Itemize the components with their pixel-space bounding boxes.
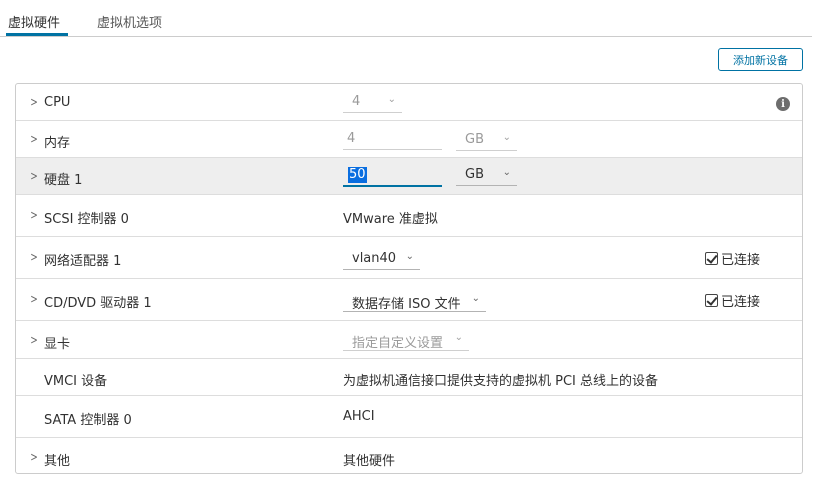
row-cd-dvd-drive: > CD/DVD 驱动器 1 数据存储 ISO 文件 ⌄ 已连接	[16, 279, 802, 321]
network-connected-checkbox[interactable]: 已连接	[705, 249, 760, 268]
checkbox-checked-icon[interactable]	[705, 294, 718, 307]
checkbox-label: 已连接	[721, 295, 761, 310]
row-network-adapter: > 网络适配器 1 vlan40 ⌄ 已连接	[16, 237, 802, 279]
active-tab-indicator	[6, 33, 68, 36]
row-label: CD/DVD 驱动器 1	[44, 296, 152, 311]
row-scsi-controller: > SCSI 控制器 0 VMware 准虚拟	[16, 195, 802, 237]
row-cpu: > CPU 4 ⌄ i	[16, 84, 802, 121]
cpu-select[interactable]: 4 ⌄	[343, 93, 402, 113]
disk-size-value: 50	[348, 167, 367, 183]
memory-unit-select[interactable]: GB ⌄	[456, 131, 517, 151]
sata-type: AHCI	[343, 409, 375, 424]
video-card-select[interactable]: 指定自定义设置 ⌄	[343, 331, 469, 351]
checkbox-label: 已连接	[721, 253, 761, 268]
chevron-down-icon: ⌄	[471, 293, 480, 304]
disk-unit-select[interactable]: GB ⌄	[456, 166, 517, 186]
row-label: SCSI 控制器 0	[44, 212, 129, 227]
cd-dvd-connected-checkbox[interactable]: 已连接	[705, 291, 760, 310]
chevron-right-icon[interactable]: >	[30, 95, 38, 109]
chevron-down-icon: ⌄	[502, 132, 511, 143]
network-select[interactable]: vlan40 ⌄	[343, 250, 420, 270]
cd-dvd-source-select[interactable]: 数据存储 ISO 文件 ⌄	[343, 292, 486, 312]
row-label: SATA 控制器 0	[44, 413, 132, 428]
scsi-type: VMware 准虚拟	[343, 212, 438, 227]
chevron-down-icon: ⌄	[387, 94, 396, 105]
checkbox-checked-icon[interactable]	[705, 252, 718, 265]
hardware-list: > CPU 4 ⌄ i > 内存 4 GB ⌄ > 硬盘 1 50 GB ⌄ >	[15, 83, 803, 474]
chevron-right-icon[interactable]: >	[30, 250, 38, 264]
row-label: CPU	[44, 95, 71, 110]
chevron-down-icon: ⌄	[454, 332, 463, 343]
disk-unit: GB	[465, 167, 484, 182]
network-value: vlan40	[352, 251, 397, 266]
row-other: > 其他 其他硬件	[16, 438, 802, 473]
row-video-card: > 显卡 指定自定义设置 ⌄	[16, 321, 802, 359]
row-memory: > 内存 4 GB ⌄	[16, 121, 802, 158]
info-icon[interactable]: i	[776, 97, 790, 111]
memory-unit: GB	[465, 132, 484, 147]
chevron-right-icon[interactable]: >	[30, 450, 38, 464]
chevron-down-icon: ⌄	[502, 167, 511, 178]
tab-vm-options[interactable]: 虚拟机选项	[97, 12, 162, 31]
row-label: VMCI 设备	[44, 374, 108, 389]
tab-bar: 虚拟硬件 虚拟机选项	[0, 0, 812, 37]
chevron-right-icon[interactable]: >	[30, 333, 38, 347]
chevron-right-icon[interactable]: >	[30, 292, 38, 306]
vmci-description: 为虚拟机通信接口提供支持的虚拟机 PCI 总线上的设备	[343, 374, 659, 389]
row-sata-controller: SATA 控制器 0 AHCI	[16, 396, 802, 438]
row-label: 其他	[44, 454, 71, 469]
video-card-value: 指定自定义设置	[352, 336, 444, 351]
chevron-right-icon[interactable]: >	[30, 169, 38, 183]
chevron-right-icon[interactable]: >	[30, 132, 38, 146]
cd-dvd-source-value: 数据存储 ISO 文件	[352, 297, 461, 312]
row-label: 网络适配器 1	[44, 254, 122, 269]
row-label: 内存	[44, 136, 71, 151]
row-label: 显卡	[44, 337, 71, 352]
tab-virtual-hardware[interactable]: 虚拟硬件	[8, 12, 60, 31]
row-vmci-device: VMCI 设备 为虚拟机通信接口提供支持的虚拟机 PCI 总线上的设备	[16, 359, 802, 396]
memory-value: 4	[347, 131, 356, 146]
other-value: 其他硬件	[343, 454, 396, 469]
disk-size-input[interactable]: 50	[343, 165, 442, 187]
chevron-right-icon[interactable]: >	[30, 208, 38, 222]
row-hard-disk: > 硬盘 1 50 GB ⌄	[16, 158, 802, 195]
cpu-value: 4	[352, 94, 361, 109]
add-new-device-button[interactable]: 添加新设备	[718, 48, 803, 71]
chevron-down-icon: ⌄	[405, 251, 414, 262]
memory-input[interactable]: 4	[343, 128, 442, 150]
row-label: 硬盘 1	[44, 173, 83, 188]
